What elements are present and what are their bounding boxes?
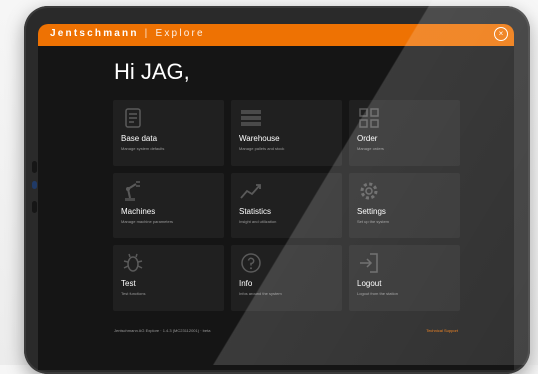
tile-label: Info bbox=[239, 279, 253, 289]
tile-warehouse[interactable]: Warehouse Manage pallets and stock bbox=[231, 100, 342, 166]
side-button bbox=[32, 201, 37, 213]
tile-label: Statistics bbox=[239, 206, 272, 216]
tile-logout[interactable]: Logout Logout from the station bbox=[349, 245, 460, 311]
tile-label: Order bbox=[357, 134, 378, 143]
tile-test[interactable]: Test Test functions bbox=[113, 245, 224, 311]
app-screen: Jentschmann | Explore × Hi JAG, Base data … bbox=[38, 24, 514, 370]
version-text: Jentschmann AG Explore · 1.4.3 (MC231120… bbox=[114, 328, 211, 333]
tile-info[interactable]: Info Infos around the system bbox=[231, 245, 342, 311]
tile-subtitle: Manage pallets and stock bbox=[239, 146, 285, 151]
tile-label: Base data bbox=[121, 134, 158, 143]
tile-order[interactable]: Order Manage orders bbox=[349, 100, 460, 166]
shelves-icon bbox=[241, 110, 261, 126]
tile-base-data[interactable]: Base data Manage system defaults bbox=[113, 100, 224, 166]
tile-subtitle: Infos around the system bbox=[239, 291, 282, 297]
document-icon bbox=[125, 108, 141, 128]
tile-subtitle: Test functions bbox=[121, 291, 146, 297]
brand-name: Jentschmann bbox=[50, 28, 139, 39]
greeting-title: Hi JAG, bbox=[114, 59, 190, 84]
brand-title: Jentschmann | Explore bbox=[50, 28, 205, 39]
tile-machines[interactable]: Machines Manage machine parameters bbox=[113, 172, 224, 239]
question-icon bbox=[241, 253, 261, 274]
product-name: Explore bbox=[155, 28, 205, 39]
menu-grid: Base data Manage system defaults Warehou… bbox=[113, 100, 460, 311]
gear-icon bbox=[360, 182, 378, 200]
tile-label: Machines bbox=[121, 206, 156, 216]
top-bar: Jentschmann | Explore × bbox=[38, 24, 514, 46]
robot-arm-icon bbox=[125, 180, 140, 201]
tile-subtitle: Manage orders bbox=[357, 146, 384, 151]
brand-separator: | bbox=[144, 28, 150, 39]
tile-subtitle: Logout from the station bbox=[357, 291, 398, 297]
tile-statistics[interactable]: Statistics Insight and utilization bbox=[231, 172, 342, 239]
grid-icon bbox=[359, 108, 379, 128]
tile-label: Test bbox=[121, 279, 136, 289]
tile-label: Settings bbox=[357, 206, 386, 216]
bug-icon bbox=[123, 254, 143, 273]
side-button bbox=[32, 161, 37, 173]
tile-subtitle: Set up the system bbox=[357, 218, 390, 224]
chart-icon bbox=[240, 183, 261, 199]
logout-icon bbox=[360, 253, 378, 274]
tile-settings[interactable]: Settings Set up the system bbox=[349, 172, 460, 239]
tile-label: Warehouse bbox=[239, 134, 280, 143]
tile-label: Logout bbox=[357, 279, 382, 289]
technical-support-link[interactable]: Technical Support bbox=[426, 328, 458, 333]
tile-subtitle: Manage system defaults bbox=[121, 146, 165, 151]
tile-subtitle: Manage machine parameters bbox=[121, 218, 174, 224]
camera-dot bbox=[32, 181, 37, 189]
tablet-device: Jentschmann | Explore × Hi JAG, Base data … bbox=[24, 6, 530, 374]
close-button[interactable]: × bbox=[494, 27, 508, 41]
tile-subtitle: Insight and utilization bbox=[239, 218, 277, 224]
